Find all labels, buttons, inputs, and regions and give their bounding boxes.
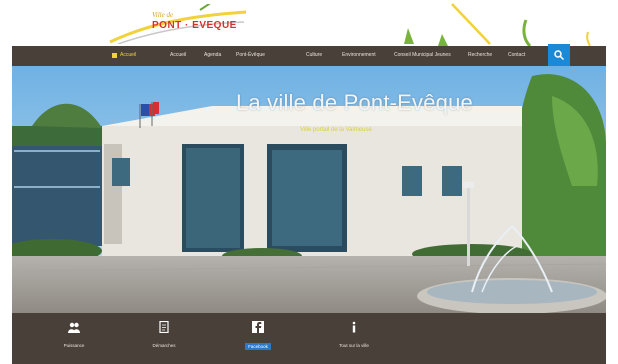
quicklink-label: Démarches [152, 343, 176, 348]
nav-item-pont-eveque[interactable]: Pont-Évêque [236, 52, 265, 58]
quicklink-label-highlighted: Facebook [218, 343, 298, 350]
header-decoration [404, 3, 591, 46]
quicklink-label: Tout sur la ville [339, 343, 369, 348]
site-logo[interactable]: Ville de PONT · EVEQUE [108, 4, 248, 44]
nav-item-contact[interactable]: Contact [508, 52, 525, 58]
nav-item-accueil-active[interactable]: Accueil [120, 52, 136, 58]
logo-title: PONT · EVEQUE [152, 20, 237, 31]
people-icon [68, 322, 80, 333]
home-icon[interactable] [112, 53, 117, 58]
nav-item-accueil[interactable]: Accueil [170, 52, 186, 58]
quicklink-facebook[interactable]: Facebook [218, 313, 298, 364]
nav-item-recherche[interactable]: Recherche [468, 52, 492, 58]
quicklink-tout-sur-la-ville[interactable]: Tout sur la ville [314, 313, 394, 364]
hero-subtitle: Ville portail de la Valmeuse [300, 127, 372, 133]
site-header: Ville de PONT · EVEQUE [0, 0, 618, 46]
facebook-icon [252, 321, 264, 333]
info-icon [352, 321, 356, 333]
nav-item-environnement[interactable]: Environnement [342, 52, 376, 58]
nav-item-agenda[interactable]: Agenda [204, 52, 221, 58]
hero-title: La ville de Pont-Evêque [236, 90, 473, 115]
quicklink-puissance[interactable]: Puissance [34, 313, 114, 364]
document-icon [159, 321, 169, 333]
quicklink-label: Puissance [63, 343, 85, 348]
quicklinks-bar: Puissance Démarches Facebook Tout sur la… [12, 313, 606, 364]
quicklink-demarches[interactable]: Démarches [124, 313, 204, 364]
hero-banner: La ville de Pont-Evêque Ville portail de… [12, 66, 606, 313]
quicklink-label-facebook: Facebook [245, 343, 271, 350]
nav-item-conseil[interactable]: Conseil Municipal Jeunes [394, 52, 451, 58]
search-icon [554, 50, 564, 60]
nav-item-culture[interactable]: Culture [306, 52, 322, 58]
search-button[interactable] [548, 44, 570, 66]
logo-tagline: Ville de [152, 11, 174, 19]
main-navbar: Accueil Accueil Agenda Pont-Évêque Cultu… [12, 46, 606, 66]
